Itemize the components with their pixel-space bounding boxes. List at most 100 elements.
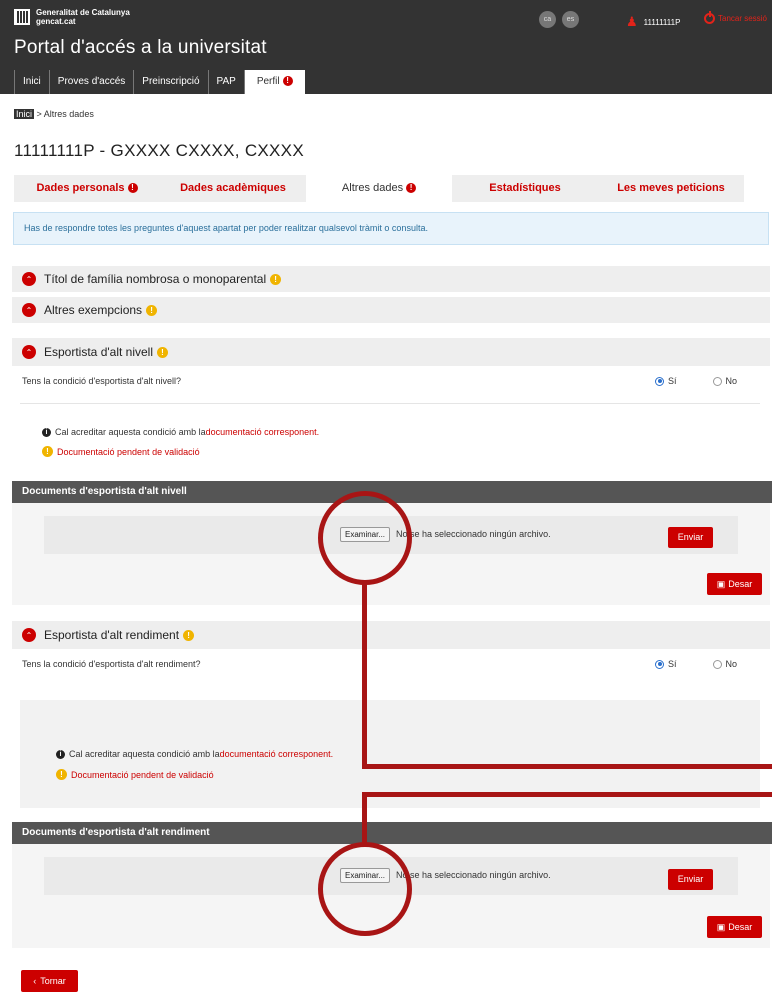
- radio-dot: [655, 659, 664, 669]
- documentation-link[interactable]: documentació corresponent.: [220, 749, 334, 759]
- save-label: Desar: [728, 579, 753, 589]
- save-label: Desar: [728, 922, 753, 932]
- send-button[interactable]: Enviar: [668, 869, 713, 890]
- gencat-name: Generalitat de Catalunya: [36, 8, 130, 17]
- nav-preinscripcio[interactable]: Preinscripció: [134, 70, 209, 94]
- section-familia-header[interactable]: ⌃ Títol de família nombrosa o monoparent…: [12, 266, 770, 292]
- warning-icon: !: [183, 629, 195, 641]
- back-label: Tornar: [40, 976, 66, 986]
- radio-si[interactable]: Sí: [655, 659, 677, 669]
- page-title: 11111111P - GXXXX CXXXX, CXXXX: [14, 141, 304, 160]
- profile-tabs: Dades personals! Dades acadèmiques Altre…: [14, 175, 744, 202]
- save-icon: ▣: [716, 921, 726, 932]
- tab-altres-dades[interactable]: Altres dades!: [306, 175, 452, 202]
- info-alert: Has de respondre totes les preguntes d'a…: [13, 212, 769, 245]
- radio-label: Sí: [668, 659, 677, 669]
- info-icon: i: [42, 427, 51, 437]
- breadcrumb-current: > Altres dades: [36, 109, 94, 119]
- connector-line: [362, 792, 772, 797]
- nav-inici[interactable]: Inici: [14, 70, 50, 94]
- documentation-link[interactable]: documentació corresponent.: [206, 427, 320, 437]
- lang-ca-button[interactable]: ca: [539, 11, 556, 28]
- highlight-circle: [318, 491, 412, 585]
- save-icon: ▣: [716, 578, 726, 589]
- pending-text: Documentació pendent de validació: [57, 446, 200, 457]
- power-icon: [704, 11, 715, 24]
- logout-label: Tancar sessió: [718, 14, 767, 23]
- site-header: Generalitat de Catalunya gencat.cat ca e…: [0, 0, 772, 94]
- info-icon: i: [56, 749, 65, 759]
- question-alt-nivell: Tens la condició d'esportista d'alt nive…: [22, 376, 182, 386]
- file-status: No se ha seleccionado ningún archivo.: [396, 870, 551, 880]
- tab-estadistiques[interactable]: Estadístiques: [452, 175, 598, 202]
- radio-no[interactable]: No: [712, 659, 737, 669]
- send-button[interactable]: Enviar: [668, 527, 713, 548]
- chevron-up-icon: ⌃: [22, 345, 36, 359]
- logout-button[interactable]: Tancar sessió: [704, 11, 767, 24]
- section-title: Esportista d'alt rendiment: [44, 628, 180, 642]
- save-button[interactable]: ▣ Desar: [707, 916, 762, 938]
- nav-perfil[interactable]: Perfil!: [244, 70, 305, 94]
- tab-dades-personals[interactable]: Dades personals!: [14, 175, 160, 202]
- radio-si[interactable]: Sí: [655, 376, 677, 386]
- section-title: Títol de família nombrosa o monoparental: [44, 272, 267, 286]
- radio-no[interactable]: No: [712, 376, 738, 386]
- radio-label: Sí: [668, 376, 677, 386]
- warning-icon: !: [270, 273, 282, 285]
- connector-line: [362, 583, 367, 769]
- portal-title: Portal d'accés a la universitat: [14, 37, 267, 58]
- nav-pap[interactable]: PAP: [209, 70, 245, 94]
- user-menu[interactable]: ♟ 11111111P: [626, 14, 680, 30]
- highlight-circle: [318, 842, 412, 936]
- user-icon: ♟: [626, 14, 638, 29]
- back-button[interactable]: ‹ Tornar: [21, 970, 78, 992]
- gencat-domain: gencat.cat: [36, 17, 76, 26]
- breadcrumb-home-link[interactable]: Inici: [14, 109, 35, 119]
- warning-icon: !: [42, 446, 53, 457]
- section-alt-nivell-header[interactable]: ⌃ Esportista d'alt nivell !: [12, 338, 770, 366]
- chevron-up-icon: ⌃: [22, 303, 36, 317]
- pending-alt-rendiment: ! Documentació pendent de validació: [56, 769, 214, 780]
- save-button[interactable]: ▣ Desar: [707, 573, 762, 595]
- connector-line: [362, 764, 772, 769]
- gencat-logo[interactable]: Generalitat de Catalunya gencat.cat: [14, 8, 130, 26]
- note-alt-rendiment: i Cal acreditar aquesta condició amb la …: [56, 749, 333, 759]
- connector-line: [362, 792, 367, 844]
- radio-label: No: [725, 376, 738, 386]
- docs-alt-rendiment-header: Documents d'esportista d'alt rendiment: [12, 822, 772, 844]
- radio-dot: [712, 376, 722, 386]
- warning-icon: !: [157, 346, 169, 358]
- section-title: Esportista d'alt nivell: [44, 345, 154, 359]
- note-text: Cal acreditar aquesta condició amb la: [55, 427, 206, 437]
- radio-dot: [712, 659, 722, 669]
- section-title: Altres exempcions: [44, 303, 143, 317]
- tab-label: Altres dades: [341, 182, 404, 194]
- lang-es-button[interactable]: es: [562, 11, 579, 28]
- user-id: 11111111P: [643, 17, 681, 27]
- divider: [20, 403, 760, 404]
- tab-label: Les meves peticions: [617, 182, 725, 194]
- warning-icon: !: [56, 769, 67, 780]
- section-exempcions-header[interactable]: ⌃ Altres exempcions !: [12, 297, 770, 323]
- warning-icon: !: [282, 76, 293, 87]
- tab-label: Dades acadèmiques: [180, 182, 286, 194]
- chevron-left-icon: ‹: [33, 976, 37, 986]
- tab-dades-academiques[interactable]: Dades acadèmiques: [160, 175, 306, 202]
- radio-dot: [655, 376, 664, 386]
- note-alt-nivell: i Cal acreditar aquesta condició amb la …: [42, 427, 319, 437]
- language-switcher: ca es: [539, 11, 579, 28]
- radio-group-alt-rendiment: Sí No: [655, 659, 737, 669]
- pending-alt-nivell: ! Documentació pendent de validació: [42, 446, 200, 457]
- tab-label: Dades personals: [36, 182, 125, 194]
- warning-icon: !: [146, 304, 158, 316]
- nav-proves-acces[interactable]: Proves d'accés: [50, 70, 135, 94]
- nav-perfil-label: Perfil: [256, 76, 280, 87]
- main-nav: Inici Proves d'accés Preinscripció PAP P…: [14, 70, 305, 94]
- gencat-logo-icon: [14, 9, 30, 25]
- tab-label: Estadístiques: [489, 182, 561, 194]
- section-alt-rendiment-header[interactable]: ⌃ Esportista d'alt rendiment !: [12, 621, 770, 649]
- file-status: No se ha seleccionado ningún archivo.: [396, 529, 551, 539]
- pending-text: Documentació pendent de validació: [71, 769, 214, 780]
- tab-meves-peticions[interactable]: Les meves peticions: [598, 175, 744, 202]
- warning-icon: !: [127, 183, 138, 194]
